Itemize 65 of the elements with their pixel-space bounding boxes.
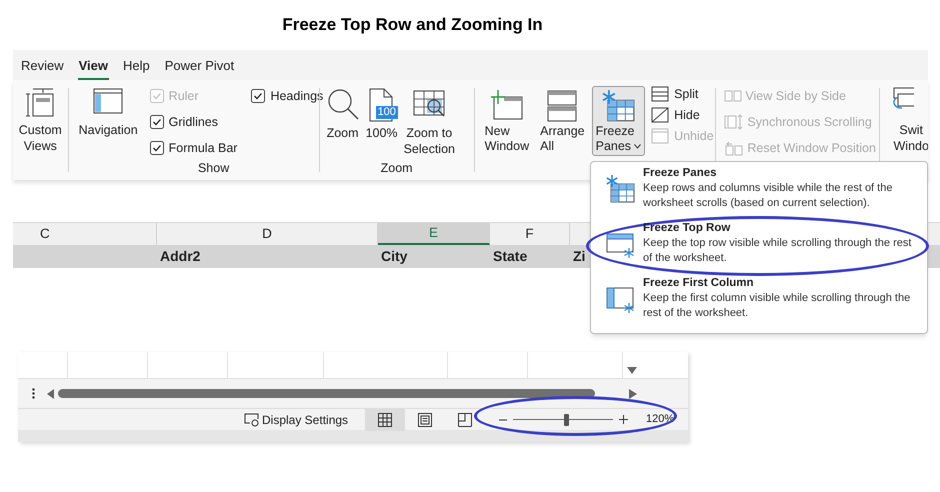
navigation-button[interactable]: Navigation [68, 88, 148, 160]
sync-scroll-icon [724, 114, 744, 130]
page-icon [418, 412, 432, 426]
checkbox-label: Formula Bar [168, 140, 238, 156]
checkbox[interactable] [150, 115, 164, 129]
side-by-side-icon [724, 89, 742, 103]
header-cell: City [381, 248, 408, 264]
page-break-icon [458, 412, 472, 426]
ribbon-tab[interactable]: Review [20, 54, 65, 80]
grid-icon [378, 412, 392, 426]
checkbox-label: Headings [270, 88, 324, 104]
ribbon-tab[interactable]: Help [122, 54, 151, 80]
zoom-button[interactable]: Zoom [326, 88, 360, 160]
checkbox[interactable] [251, 89, 266, 103]
scroll-right-icon [629, 388, 637, 398]
checkbox-label: Gridlines [168, 114, 218, 130]
menu-item[interactable]: Freeze Panes Keep rows and columns visible while the rest of the worksheet scrolls (based on current selection). [591, 166, 927, 216]
menu-item[interactable]: Freeze Top Row Keep the top row visible while scrolling through the rest of the worksheet. [591, 221, 927, 271]
menu-item-description: Keep rows and columns visible while the rest of the worksheet scrolls (based on current selection). [643, 181, 894, 211]
ribbon-tab[interactable]: Power Pivot [164, 54, 236, 80]
window-option[interactable]: Hide [651, 107, 716, 123]
freeze-panes-icon [605, 174, 635, 204]
menu-item-description: Keep the top row visible while scrolling through the rest of the worksheet. [643, 236, 912, 266]
custom-views-button[interactable]: Custom Views [13, 80, 68, 180]
scroll-down-icon [627, 367, 637, 375]
navigation-pane-icon [93, 88, 124, 114]
freeze-panes-icon [601, 89, 636, 123]
menu-item-title: Freeze Top Row [643, 221, 732, 236]
display-settings-icon [244, 412, 260, 426]
menu-item[interactable]: Freeze First Column Keep the first column visible while scrolling through the rest of the worksheet. [591, 276, 927, 326]
zoom-in-icon [619, 415, 628, 424]
menu-item-title: Freeze Panes [643, 166, 718, 181]
page-title: Freeze Top Row and Zooming In [282, 14, 543, 36]
hide-icon [651, 107, 670, 123]
window-icon [651, 128, 670, 144]
zoom-button[interactable]: 100 100% [366, 88, 398, 160]
more-options-icon [32, 388, 35, 399]
menu-item-title: Freeze First Column [643, 276, 755, 291]
chevron-icon [634, 144, 642, 149]
zoom-slider-thumb[interactable] [564, 414, 570, 426]
display-settings-button[interactable]: Display Settings [244, 410, 348, 428]
header-cell: Zi [573, 248, 586, 264]
reset-window-icon [724, 140, 744, 156]
group-label: Show [198, 160, 230, 176]
header-cell: State [493, 248, 528, 264]
horizontal-scrollbar[interactable] [58, 389, 595, 398]
arrange-windows-icon [546, 89, 578, 123]
zoom-percent-badge: 100 [376, 106, 398, 119]
checkbox[interactable] [150, 141, 164, 155]
window-button[interactable]: Freeze Panes [592, 86, 646, 156]
column-header[interactable]: E [378, 223, 490, 245]
window-button[interactable]: Arrange All [536, 86, 589, 156]
menu-item-description: Keep the first column visible while scrolling through the rest of the worksheet. [643, 291, 912, 321]
zoom-slider[interactable] [513, 412, 614, 426]
split-icon [651, 86, 670, 102]
custom-views-icon [25, 88, 56, 118]
view-button[interactable] [365, 408, 406, 430]
magnifier-icon [326, 88, 360, 122]
group-label: Zoom [380, 160, 413, 176]
window-option[interactable]: Split [651, 86, 716, 102]
window-button[interactable]: New Window [480, 86, 534, 156]
header-cell: Addr2 [160, 248, 200, 264]
checkbox-label: Ruler [168, 88, 199, 104]
scroll-left-icon [47, 388, 55, 398]
zoom-button[interactable]: Zoom to Selection [404, 88, 455, 160]
